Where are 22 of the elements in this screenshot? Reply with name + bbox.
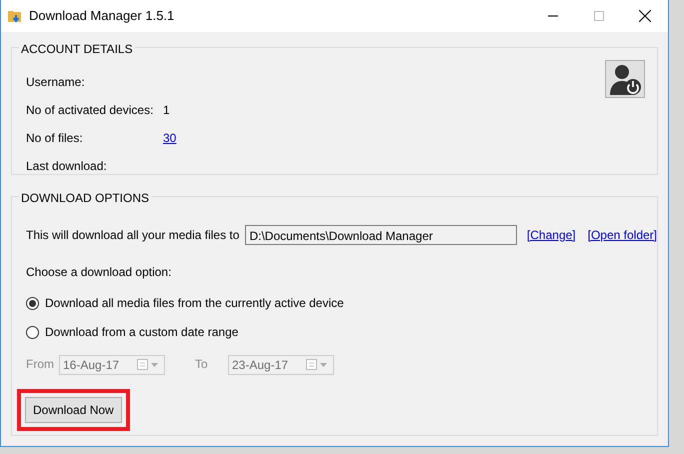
field-value: 1 [163, 102, 170, 119]
folder-link[interactable]: [Change] [526, 226, 576, 244]
window-title: Download Manager 1.5.1 [29, 7, 176, 26]
field-label: No of activated devices: [26, 102, 154, 119]
folder-icon [7, 8, 23, 24]
radio-button[interactable] [26, 326, 39, 338]
folder-path-field[interactable]: D:\Documents\Download Manager [245, 225, 517, 245]
radio-button[interactable] [26, 296, 39, 310]
date-label: From [26, 356, 55, 373]
close-icon[interactable] [639, 10, 651, 22]
folder-link[interactable]: [Open folder] [588, 226, 657, 244]
folder-label: This will download all your media files to [26, 227, 240, 244]
field-label: No of files: [26, 130, 84, 147]
field-label: Last download: [26, 158, 108, 175]
field-label: Username: [26, 74, 86, 91]
user-power-button[interactable] [605, 60, 645, 98]
download-now-button[interactable]: Download Now [25, 397, 122, 423]
option-label[interactable]: Download all media files from the currently active device [45, 294, 344, 312]
files-count-link[interactable]: 30 [163, 129, 176, 147]
choose-option-label: Choose a download option: [26, 264, 172, 281]
date-label: To [195, 356, 209, 373]
option-label[interactable]: Download from a custom date range [45, 323, 238, 341]
